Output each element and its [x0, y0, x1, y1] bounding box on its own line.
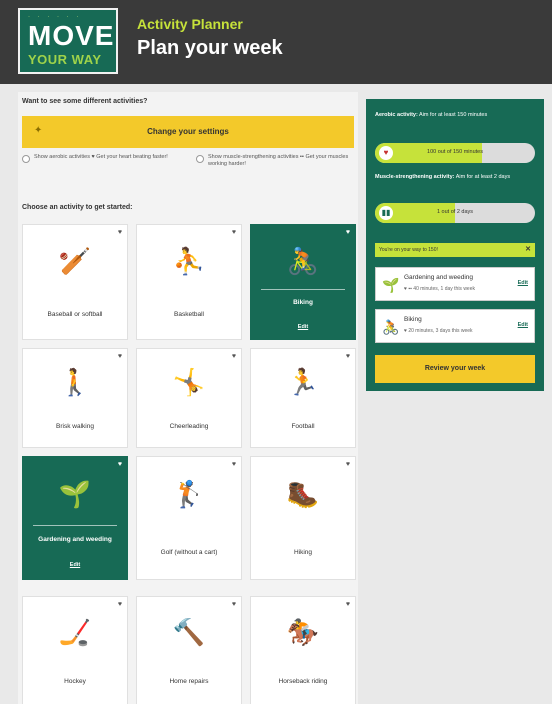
bike-icon: 🚴: [382, 319, 400, 335]
aerobic-option-label: Show aerobic activities ♥ Get your heart…: [34, 154, 168, 160]
favorite-heart-icon[interactable]: ♥: [118, 229, 122, 236]
aerobic-progress-bar: ♥ 100 out of 150 minutes: [375, 143, 535, 163]
aerobic-radio[interactable]: [22, 155, 30, 163]
football-icon: 🏃: [286, 367, 320, 397]
muscle-radio[interactable]: [196, 155, 204, 163]
logo-move-text: MOVE: [28, 20, 115, 51]
activity-card[interactable]: ♥ 🏃 Football: [250, 348, 356, 448]
favorite-heart-icon[interactable]: ♥: [118, 353, 122, 360]
favorite-heart-icon[interactable]: ♥: [232, 461, 236, 468]
activity-name: Golf (without a cart): [160, 548, 218, 556]
horse-icon: 🏇: [286, 616, 320, 647]
plan-item-detail: ♥ ▪▪ 40 minutes, 1 day this week: [404, 286, 475, 292]
favorite-heart-icon[interactable]: ♥: [346, 353, 350, 360]
activity-name: Hockey: [64, 678, 86, 686]
favorite-heart-icon[interactable]: ♥: [118, 601, 122, 608]
gardening-icon: 🌱: [58, 479, 92, 510]
change-settings-label: Change your settings: [147, 127, 229, 136]
plan-item-biking[interactable]: 🚴 Biking ♥ 20 minutes, 3 days this week …: [375, 309, 535, 343]
favorite-heart-icon[interactable]: ♥: [232, 353, 236, 360]
close-icon[interactable]: ✕: [525, 243, 531, 257]
activity-card[interactable]: ♥ ⛹ Basketball: [136, 224, 242, 340]
activity-card[interactable]: ♥ 🚴 Biking Edit: [250, 224, 356, 340]
track-message-text: You're on your way to 150!: [379, 247, 438, 253]
aerobic-goal-text: Aerobic activity: Aim for at least 150 m…: [375, 111, 535, 119]
golf-icon: 🏌: [172, 479, 206, 510]
home-repairs-icon: 🔨: [172, 616, 206, 647]
app-title: Activity Planner: [137, 16, 243, 32]
muscle-progress-bar: ▮▮ 1 out of 2 days: [375, 203, 535, 223]
activity-name: Gardening and weeding: [38, 536, 112, 544]
activity-card[interactable]: ♥ 🥾 Hiking: [250, 456, 356, 580]
logo-your-way-text: YOUR WAY: [28, 52, 102, 67]
cheerleading-icon: 🤸: [172, 367, 206, 397]
activity-name: Cheerleading: [169, 423, 209, 430]
muscle-option-label: Show muscle-strengthening activities ▪▪ …: [208, 154, 349, 167]
favorite-heart-icon[interactable]: ♥: [346, 461, 350, 468]
activity-card[interactable]: ♥ 🤸 Cheerleading: [136, 348, 242, 448]
aerobic-progress-text: 100 out of 150 minutes: [427, 149, 483, 155]
activity-card[interactable]: ♥ 🏇 Horseback riding: [250, 596, 356, 704]
favorite-heart-icon[interactable]: ♥: [232, 601, 236, 608]
hockey-icon: 🏒: [58, 616, 92, 647]
plan-item-title: Biking: [404, 316, 422, 323]
activity-chooser: Want to see some different activities? ✦…: [18, 92, 358, 704]
walking-icon: 🚶: [58, 367, 92, 397]
move-your-way-logo[interactable]: · · · · · · MOVE YOUR WAY: [18, 8, 118, 74]
activity-edit-link[interactable]: Edit: [251, 324, 355, 330]
card-divider: [33, 525, 117, 527]
activity-card[interactable]: ♥ 🌱 Gardening and weeding Edit: [22, 456, 128, 580]
activity-name: Brisk walking: [56, 423, 94, 430]
muscle-goal-text: Muscle-strengthening activity: Aim for a…: [375, 173, 535, 181]
weekly-summary-panel: Aerobic activity: Aim for at least 150 m…: [366, 99, 544, 391]
activity-name: Home repairs: [169, 678, 209, 686]
plan-item-detail: ♥ 20 minutes, 3 days this week: [404, 328, 473, 334]
favorite-heart-icon[interactable]: ♥: [118, 461, 122, 468]
aerobic-goal: Aim for at least 150 minutes: [419, 112, 488, 118]
review-week-button[interactable]: Review your week: [375, 355, 535, 383]
change-settings-button[interactable]: ✦ Change your settings: [22, 116, 354, 148]
activity-edit-link[interactable]: Edit: [23, 562, 127, 568]
favorite-heart-icon[interactable]: ♥: [232, 229, 236, 236]
gardening-icon: 🌱: [382, 277, 400, 293]
activity-card[interactable]: ♥ 🏏 Baseball or softball: [22, 224, 128, 340]
basketball-icon: ⛹: [172, 245, 206, 276]
activity-card[interactable]: ♥ 🏒 Hockey: [22, 596, 128, 704]
activity-card[interactable]: ♥ 🏌 Golf (without a cart): [136, 456, 242, 580]
bike-icon: 🚴: [286, 245, 320, 276]
aerobic-label: Aerobic activity:: [375, 112, 418, 118]
page-title: Plan your week: [137, 37, 283, 59]
app-header: · · · · · · MOVE YOUR WAY Activity Plann…: [0, 0, 552, 84]
muscle-goal: Aim for at least 2 days: [455, 174, 511, 180]
hiking-icon: 🥾: [286, 479, 320, 510]
activity-name: Basketball: [174, 310, 204, 318]
plan-item-title: Gardening and weeding: [404, 274, 474, 281]
favorite-heart-icon[interactable]: ♥: [346, 229, 350, 236]
baseball-icon: 🏏: [58, 245, 92, 276]
favorite-heart-icon[interactable]: ♥: [346, 601, 350, 608]
plan-item-gardening[interactable]: 🌱 Gardening and weeding ♥ ▪▪ 40 minutes,…: [375, 267, 535, 301]
activity-grid: ♥ 🏏 Baseball or softball ♥ ⛹ Basketball ♥ 🚴 Biki…: [22, 224, 358, 704]
muscle-progress-text: 1 out of 2 days: [436, 209, 474, 215]
activity-name: Horseback riding: [278, 678, 328, 686]
card-divider: [261, 288, 345, 290]
activity-name: Biking: [293, 299, 313, 307]
muscle-label: Muscle-strengthening activity:: [375, 174, 455, 180]
activity-card[interactable]: ♥ 🚶 Brisk walking: [22, 348, 128, 448]
choose-activity-heading: Choose an activity to get started:: [22, 204, 133, 211]
activity-name: Hiking: [293, 548, 313, 556]
activity-name: Baseball or softball: [47, 310, 103, 318]
activity-name: Football: [291, 423, 315, 430]
settings-intro: Want to see some different activities?: [22, 98, 148, 105]
activity-card[interactable]: ♥ 🔨 Home repairs: [136, 596, 242, 704]
plan-item-edit-link[interactable]: Edit: [518, 280, 528, 286]
track-message: You're on your way to 150! ✕: [375, 243, 535, 257]
plan-item-edit-link[interactable]: Edit: [518, 322, 528, 328]
